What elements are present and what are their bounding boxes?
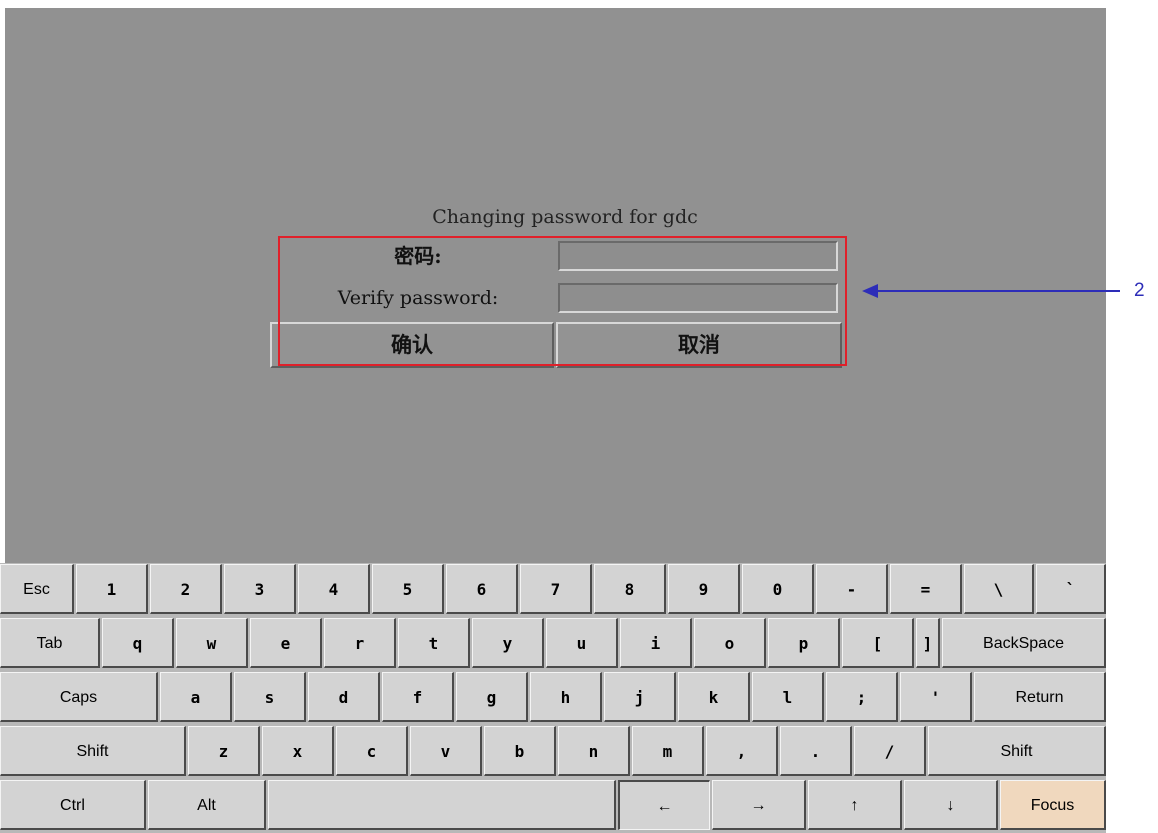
key-i[interactable]: i bbox=[620, 618, 692, 668]
key-down-arrow[interactable]: ↓ bbox=[904, 780, 998, 830]
key-w[interactable]: w bbox=[176, 618, 248, 668]
highlight-box bbox=[278, 236, 847, 366]
key-alt[interactable]: Alt bbox=[148, 780, 266, 830]
key-up-arrow[interactable]: ↑ bbox=[808, 780, 902, 830]
key-esc[interactable]: Esc bbox=[0, 564, 74, 614]
key-r[interactable]: r bbox=[324, 618, 396, 668]
key-6[interactable]: 6 bbox=[446, 564, 518, 614]
key-a[interactable]: a bbox=[160, 672, 232, 722]
key-v[interactable]: v bbox=[410, 726, 482, 776]
key-caps[interactable]: Caps bbox=[0, 672, 158, 722]
key-equals[interactable]: = bbox=[890, 564, 962, 614]
key-h[interactable]: h bbox=[530, 672, 602, 722]
on-screen-keyboard: Esc 1 2 3 4 5 6 7 8 9 0 - = \ ` Tab q w … bbox=[0, 563, 1106, 833]
key-space[interactable] bbox=[268, 780, 616, 830]
key-right-arrow[interactable]: → bbox=[712, 780, 806, 830]
callout-arrow bbox=[862, 284, 1120, 298]
key-ctrl[interactable]: Ctrl bbox=[0, 780, 146, 830]
key-c[interactable]: c bbox=[336, 726, 408, 776]
key-5[interactable]: 5 bbox=[372, 564, 444, 614]
key-tab[interactable]: Tab bbox=[0, 618, 100, 668]
key-close-bracket[interactable]: ] bbox=[916, 618, 940, 668]
key-z[interactable]: z bbox=[188, 726, 260, 776]
key-t[interactable]: t bbox=[398, 618, 470, 668]
key-return[interactable]: Return bbox=[974, 672, 1106, 722]
key-apostrophe[interactable]: ' bbox=[900, 672, 972, 722]
key-n[interactable]: n bbox=[558, 726, 630, 776]
key-f[interactable]: f bbox=[382, 672, 454, 722]
key-minus[interactable]: - bbox=[816, 564, 888, 614]
key-slash[interactable]: / bbox=[854, 726, 926, 776]
key-open-bracket[interactable]: [ bbox=[842, 618, 914, 668]
key-backslash[interactable]: \ bbox=[964, 564, 1034, 614]
key-backspace[interactable]: BackSpace bbox=[942, 618, 1106, 668]
key-8[interactable]: 8 bbox=[594, 564, 666, 614]
key-3[interactable]: 3 bbox=[224, 564, 296, 614]
key-m[interactable]: m bbox=[632, 726, 704, 776]
key-p[interactable]: p bbox=[768, 618, 840, 668]
key-7[interactable]: 7 bbox=[520, 564, 592, 614]
key-u[interactable]: u bbox=[546, 618, 618, 668]
key-k[interactable]: k bbox=[678, 672, 750, 722]
key-focus[interactable]: Focus bbox=[1000, 780, 1106, 830]
key-l[interactable]: l bbox=[752, 672, 824, 722]
key-2[interactable]: 2 bbox=[150, 564, 222, 614]
key-o[interactable]: o bbox=[694, 618, 766, 668]
key-d[interactable]: d bbox=[308, 672, 380, 722]
key-1[interactable]: 1 bbox=[76, 564, 148, 614]
key-semicolon[interactable]: ; bbox=[826, 672, 898, 722]
key-comma[interactable]: , bbox=[706, 726, 778, 776]
key-right-shift[interactable]: Shift bbox=[928, 726, 1106, 776]
key-s[interactable]: s bbox=[234, 672, 306, 722]
key-q[interactable]: q bbox=[102, 618, 174, 668]
key-x[interactable]: x bbox=[262, 726, 334, 776]
key-0[interactable]: 0 bbox=[742, 564, 814, 614]
key-period[interactable]: . bbox=[780, 726, 852, 776]
key-9[interactable]: 9 bbox=[668, 564, 740, 614]
key-y[interactable]: y bbox=[472, 618, 544, 668]
key-backtick[interactable]: ` bbox=[1036, 564, 1106, 614]
callout-number: 2 bbox=[1134, 280, 1145, 301]
key-e[interactable]: e bbox=[250, 618, 322, 668]
key-left-shift[interactable]: Shift bbox=[0, 726, 186, 776]
key-g[interactable]: g bbox=[456, 672, 528, 722]
key-j[interactable]: j bbox=[604, 672, 676, 722]
key-b[interactable]: b bbox=[484, 726, 556, 776]
key-left-arrow[interactable]: ← bbox=[618, 780, 710, 830]
dialog-title: Changing password for gdc bbox=[432, 206, 698, 228]
key-4[interactable]: 4 bbox=[298, 564, 370, 614]
